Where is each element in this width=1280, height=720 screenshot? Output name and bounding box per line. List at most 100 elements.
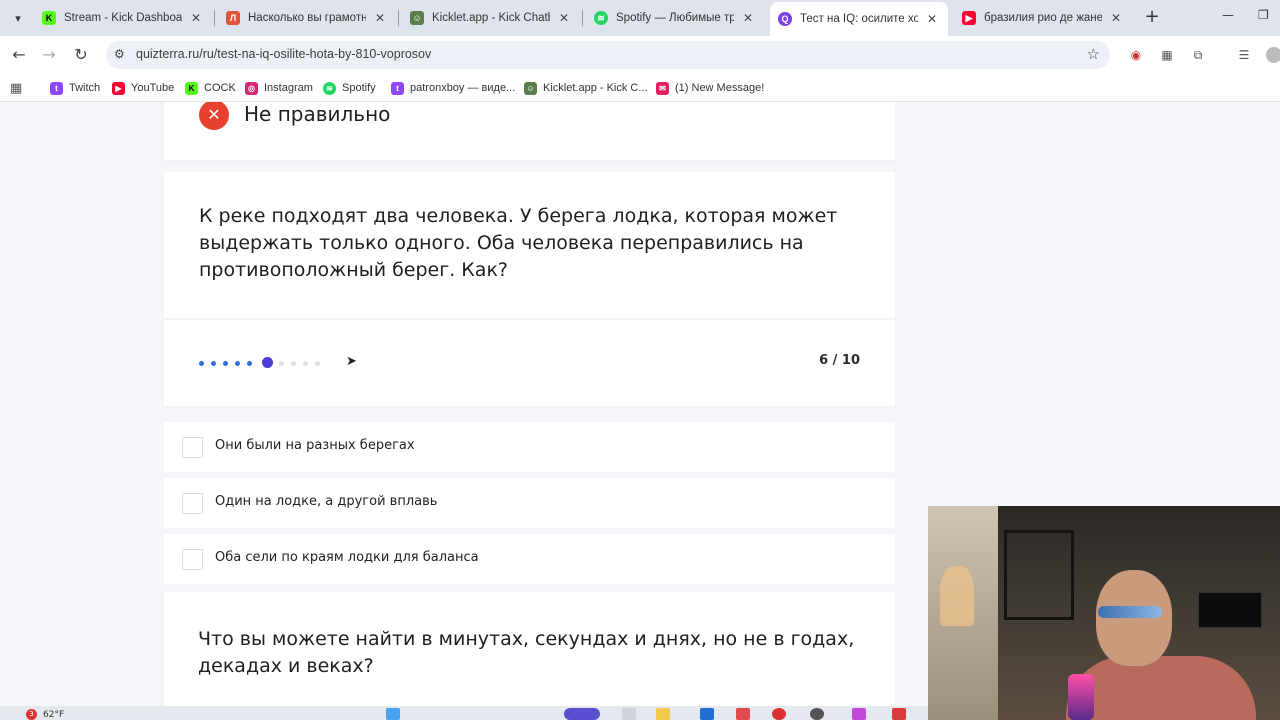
progress-dot: [315, 361, 320, 366]
result-card: ✕ Не правильно: [164, 102, 895, 160]
bookmark-youtube[interactable]: ▶ YouTube: [112, 79, 174, 97]
tab-title: Kicklet.app - Kick Chatbot: [432, 12, 550, 24]
option-checkbox[interactable]: [182, 549, 203, 570]
app-icon[interactable]: [852, 708, 866, 720]
app-icon[interactable]: [736, 708, 750, 720]
bookmark-label: patronxboy — виде...: [410, 82, 516, 94]
progress-counter: 6 / 10: [819, 353, 860, 368]
bookmark-label: COCK: [204, 82, 236, 94]
app-icon[interactable]: [700, 708, 714, 720]
kicklet-icon: ☺: [410, 11, 424, 25]
back-arrow-icon[interactable]: ←: [8, 44, 30, 66]
bookmark-label: (1) New Message!: [675, 82, 765, 94]
bookmark-patronxboy[interactable]: t patronxboy — виде...: [391, 79, 515, 97]
app-icon[interactable]: [892, 708, 906, 720]
progress-dot: [247, 361, 252, 366]
answer-option-3[interactable]: Оба сели по краям лодки для баланса: [164, 534, 895, 584]
url-text[interactable]: quizterra.ru/ru/test-na-iq-osilite-hota-…: [136, 47, 431, 61]
bookmark-label: YouTube: [131, 82, 175, 94]
option-checkbox[interactable]: [182, 493, 203, 514]
option-label: Оба сели по краям лодки для баланса: [215, 550, 479, 565]
progress-dot: [303, 361, 308, 366]
extension-icon[interactable]: ▦: [1159, 47, 1175, 63]
message-icon: ✉: [656, 81, 669, 95]
close-icon[interactable]: ✕: [1108, 11, 1124, 25]
bookmark-cock[interactable]: K COCK: [185, 79, 236, 97]
start-windows-icon[interactable]: [386, 708, 400, 720]
file-explorer-icon[interactable]: [656, 708, 670, 720]
bookmark-label: Spotify: [342, 82, 376, 94]
search-icon[interactable]: [564, 708, 600, 720]
tab-search-chevron-icon[interactable]: ▾: [6, 6, 30, 30]
bookmark-label: Kicklet.app - Kick C...: [543, 82, 648, 94]
app-icon[interactable]: [810, 708, 824, 720]
spotify-icon: ≋: [594, 11, 608, 25]
bookmark-spotify[interactable]: ≋ Spotify: [323, 79, 376, 97]
next-question-text: Что вы можете найти в минутах, секундах …: [198, 628, 855, 677]
progress-card: 6 / 10: [164, 320, 895, 406]
reading-list-icon[interactable]: ☰: [1236, 47, 1252, 63]
bookmarks-bar: ▦ t Twitch ▶ YouTube K COCK ◎ Instagram …: [0, 74, 1280, 102]
extensions-puzzle-icon[interactable]: ⧉: [1190, 47, 1206, 63]
weather-temp: 62°F: [43, 709, 65, 720]
progress-dot: [262, 357, 273, 368]
option-checkbox[interactable]: [182, 437, 203, 458]
answer-option-2[interactable]: Один на лодке, а другой вплавь: [164, 478, 895, 528]
apps-grid-icon[interactable]: ▦: [10, 81, 22, 96]
close-icon[interactable]: ✕: [372, 11, 388, 25]
tab-0[interactable]: K Stream - Kick Dashboard ✕: [34, 4, 212, 32]
close-icon[interactable]: ✕: [924, 12, 940, 26]
bookmark-label: Instagram: [264, 82, 313, 94]
tab-2[interactable]: ☺ Kicklet.app - Kick Chatbot ✕: [402, 4, 580, 32]
minimize-icon[interactable]: —: [1222, 8, 1234, 22]
restore-icon[interactable]: ❐: [1258, 8, 1269, 22]
tab-title: Насколько вы грамотны?: [248, 12, 366, 24]
quiz-icon: Л: [226, 11, 240, 25]
result-text: Не правильно: [244, 102, 391, 126]
answer-option-1[interactable]: Они были на разных берегах: [164, 422, 895, 472]
weather-widget[interactable]: 3 62°F: [26, 709, 64, 720]
option-label: Один на лодке, а другой вплавь: [215, 494, 438, 509]
twitch-icon: t: [50, 81, 63, 95]
bookmark-label: Twitch: [69, 82, 101, 94]
tab-strip: ▾ K Stream - Kick Dashboard ✕ Л Наскольк…: [0, 0, 1280, 36]
progress-dot: [199, 361, 204, 366]
bookmark-new-message[interactable]: ✉ (1) New Message!: [656, 79, 764, 97]
tab-1[interactable]: Л Насколько вы грамотны? ✕: [218, 4, 396, 32]
taskbar: 3 62°F: [0, 706, 928, 720]
bookmark-kicklet[interactable]: ☺ Kicklet.app - Kick C...: [524, 79, 648, 97]
question-card: К реке подходят два человека. У берега л…: [164, 172, 895, 318]
forward-arrow-icon[interactable]: →: [38, 44, 60, 66]
mouse-cursor-icon: ➤: [346, 354, 357, 369]
tab-3[interactable]: ≋ Spotify — Любимые треки ✕: [586, 4, 764, 32]
new-tab-button[interactable]: +: [1140, 6, 1164, 30]
tab-5[interactable]: ▶ бразилия рио де жанейро ✕: [954, 4, 1132, 32]
progress-dot: [291, 361, 296, 366]
kick-icon: K: [42, 11, 56, 25]
bookmark-instagram[interactable]: ◎ Instagram: [245, 79, 313, 97]
youtube-icon: ▶: [962, 11, 976, 25]
close-icon[interactable]: ✕: [740, 11, 756, 25]
progress-dot: [279, 361, 284, 366]
kicklet-icon: ☺: [524, 81, 537, 95]
close-icon[interactable]: ✕: [188, 11, 204, 25]
tab-4-active[interactable]: Q Тест на IQ: осилите хотя бы ✕: [770, 2, 948, 36]
reload-icon[interactable]: ↻: [70, 44, 92, 66]
tab-title: Spotify — Любимые треки: [616, 12, 734, 24]
kick-icon: K: [185, 81, 198, 95]
app-icon[interactable]: [772, 708, 786, 720]
tab-title: Тест на IQ: осилите хотя бы: [800, 13, 918, 25]
task-view-icon[interactable]: [622, 708, 636, 720]
site-info-icon[interactable]: ⚙: [114, 47, 125, 61]
profile-avatar[interactable]: [1266, 47, 1280, 63]
address-bar[interactable]: ⚙ quizterra.ru/ru/test-na-iq-osilite-hot…: [106, 41, 1110, 69]
bookmark-star-icon[interactable]: ☆: [1087, 45, 1100, 63]
tab-title: Stream - Kick Dashboard: [64, 12, 182, 24]
quizterra-icon: Q: [778, 12, 792, 26]
close-icon[interactable]: ✕: [556, 11, 572, 25]
bookmark-twitch[interactable]: t Twitch: [50, 79, 100, 97]
youtube-icon: ▶: [112, 81, 125, 95]
extension-icon[interactable]: ◉: [1128, 47, 1144, 63]
next-question-card: Что вы можете найти в минутах, секундах …: [164, 592, 895, 706]
notification-badge: 3: [26, 709, 37, 720]
